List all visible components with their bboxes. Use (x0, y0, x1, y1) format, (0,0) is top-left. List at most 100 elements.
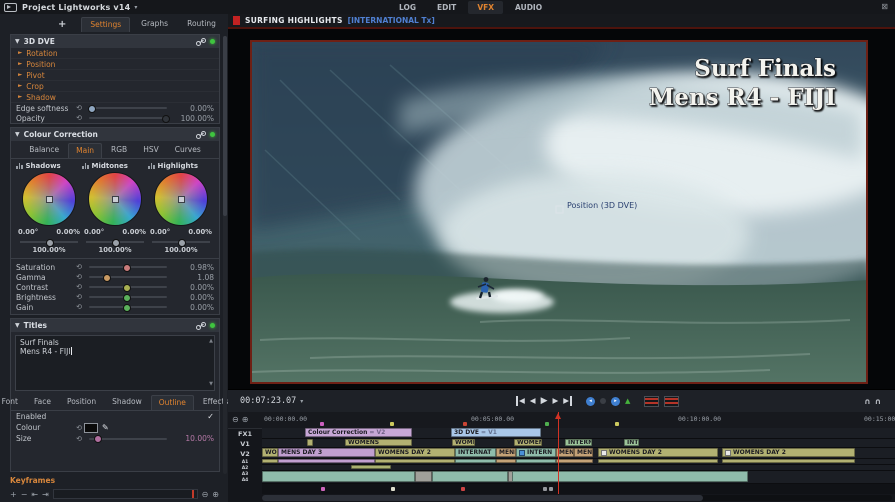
timeline-clip[interactable] (455, 459, 496, 463)
cc-gain-slider-handle[interactable] (123, 303, 132, 312)
headphone-right-icon[interactable]: ∩ (875, 397, 882, 406)
ruler-marker[interactable] (320, 422, 324, 426)
reset-dial-icon[interactable]: ⟲ (74, 293, 84, 301)
timeline-clip[interactable] (351, 465, 391, 469)
timeline-clip[interactable] (307, 439, 313, 446)
routing-icon[interactable] (196, 130, 206, 139)
enabled-led-icon[interactable] (210, 39, 215, 44)
mark-out-icon[interactable]: ▸ (611, 396, 621, 406)
cue-dot-icon[interactable] (600, 398, 607, 404)
reset-dial-icon[interactable]: ⟲ (74, 303, 84, 311)
dve-param-rotation[interactable]: ► Rotation (11, 48, 219, 59)
cc-brightness-slider[interactable] (89, 293, 167, 302)
keyframe-prev-icon[interactable]: ⇤ (31, 490, 38, 499)
titles-tab-shadow[interactable]: Shadow (105, 395, 149, 410)
viewer-clip-title[interactable]: SURFING HIGHLIGHTS (245, 16, 343, 25)
timeline-clip[interactable] (278, 459, 375, 463)
dve-param-shadow[interactable]: ► Shadow (11, 92, 219, 103)
wheel-luma-handle[interactable] (178, 238, 186, 247)
colour-wheel[interactable] (88, 172, 142, 226)
cc-tab-hsv[interactable]: HSV (136, 143, 166, 158)
cc-gain-slider[interactable] (89, 303, 167, 312)
keyframe-timeline-bar[interactable] (52, 489, 198, 499)
titles-tab-font[interactable]: Font (0, 395, 25, 410)
timeline-zoom-in-icon[interactable]: ⊕ (242, 415, 249, 424)
wheel-luma-slider[interactable] (20, 238, 78, 247)
cc-contrast-slider[interactable] (89, 283, 167, 292)
menu-item-edit[interactable]: EDIT (428, 1, 465, 14)
histogram-icon[interactable] (16, 163, 23, 169)
expand-icon[interactable]: ► (18, 94, 22, 100)
keyframe-playhead-tick[interactable] (191, 490, 194, 498)
wheel-handle[interactable] (178, 196, 185, 203)
mark-in-icon[interactable]: ◂ (586, 396, 596, 406)
dve-edge-softness-slider[interactable] (88, 104, 167, 113)
keyframe-next-icon[interactable]: ⇥ (42, 490, 49, 499)
track-label-a4[interactable]: A4 (228, 477, 262, 484)
histogram-icon[interactable] (82, 163, 89, 169)
timeline-clip[interactable]: INTERNAT (455, 448, 496, 457)
ruler-marker[interactable] (545, 422, 549, 426)
timeline-clip[interactable]: WOM (262, 448, 278, 457)
track-label-fx1[interactable]: FX1 (228, 428, 262, 439)
reset-dial-icon[interactable]: ⟲ (74, 273, 84, 281)
goto-start-button[interactable]: ◀ (516, 396, 525, 406)
timeline-clip[interactable] (496, 459, 516, 463)
dve-param-crop[interactable]: ► Crop (11, 81, 219, 92)
scroll-up-icon[interactable]: ▲ (209, 337, 213, 346)
colour-wheel[interactable] (154, 172, 208, 226)
project-title[interactable]: Project Lightworks v14 (22, 3, 130, 12)
timeline-clip[interactable]: WOMENS DAY 2 (375, 448, 455, 457)
reset-dial-icon[interactable]: ⟲ (74, 435, 84, 443)
ruler-marker[interactable] (615, 422, 619, 426)
timeline-horizontal-scrollbar[interactable] (262, 495, 892, 501)
cc-gamma-slider-handle[interactable] (103, 273, 112, 282)
title-text-input[interactable]: Surf Finals Mens R4 - FIJI ▲ ▼ (15, 335, 215, 391)
timeline-clip[interactable] (722, 459, 855, 463)
reset-dial-icon[interactable]: ⟲ (74, 424, 84, 432)
cc-tab-balance[interactable]: Balance (22, 143, 66, 158)
expand-icon[interactable]: ► (18, 61, 22, 67)
track-label-v2[interactable]: V2 (228, 448, 262, 459)
timeline-clip[interactable]: MEND (496, 448, 516, 457)
reset-dial-icon[interactable]: ⟲ (74, 263, 84, 271)
dve-edge-softness-slider-handle[interactable] (88, 104, 97, 113)
keyframe-zoom-out-icon[interactable]: ⊖ (202, 490, 209, 499)
timeline-clip[interactable] (432, 471, 508, 482)
timeline-clip[interactable]: WOMENS (345, 439, 412, 446)
cc-saturation-slider-handle[interactable] (123, 263, 132, 272)
timeline-clip[interactable] (598, 459, 718, 463)
ruler-marker[interactable] (390, 422, 394, 426)
timeline-clip[interactable]: MEND (574, 448, 593, 457)
colour-wheel[interactable] (22, 172, 76, 226)
timeline-clip[interactable]: INTERN (516, 448, 556, 457)
keyframe-add-icon[interactable]: + (10, 490, 17, 499)
histogram-icon[interactable] (148, 163, 155, 169)
panel-scrollbar[interactable] (223, 36, 227, 474)
dve-param-pivot[interactable]: ► Pivot (11, 70, 219, 81)
headphone-left-icon[interactable]: ∩ (864, 397, 871, 406)
cc-tab-main[interactable]: Main (68, 143, 103, 158)
wheel-handle[interactable] (46, 196, 53, 203)
enabled-led-icon[interactable] (210, 323, 215, 328)
collapse-icon[interactable]: ▼ (15, 131, 20, 138)
goto-end-button[interactable]: ▶ (563, 396, 573, 406)
timeline-clip[interactable]: 3D DVE = V1 (451, 428, 541, 437)
timeline-clip[interactable] (556, 459, 593, 463)
menu-item-vfx[interactable]: VFX (468, 0, 504, 14)
collapse-icon[interactable]: ▼ (15, 322, 20, 329)
outline-colour-swatch[interactable] (84, 422, 98, 433)
export-icon[interactable]: ▲ (625, 397, 630, 405)
track-label-v1[interactable]: V1 (228, 439, 262, 448)
wheel-luma-slider[interactable] (152, 238, 210, 247)
cc-brightness-slider-handle[interactable] (123, 293, 132, 302)
timeline-clip[interactable] (516, 459, 556, 463)
dve-opacity-slider[interactable] (89, 114, 170, 123)
timeline-clip[interactable]: MENS DAY 3 (278, 448, 375, 457)
sequence-marker[interactable] (549, 487, 553, 491)
cc-gamma-slider[interactable] (89, 273, 167, 282)
cc-tab-curves[interactable]: Curves (168, 143, 208, 158)
dve-param-position[interactable]: ► Position (11, 59, 219, 70)
panel-tab-settings[interactable]: Settings (81, 17, 131, 32)
wheel-luma-handle[interactable] (112, 238, 120, 247)
